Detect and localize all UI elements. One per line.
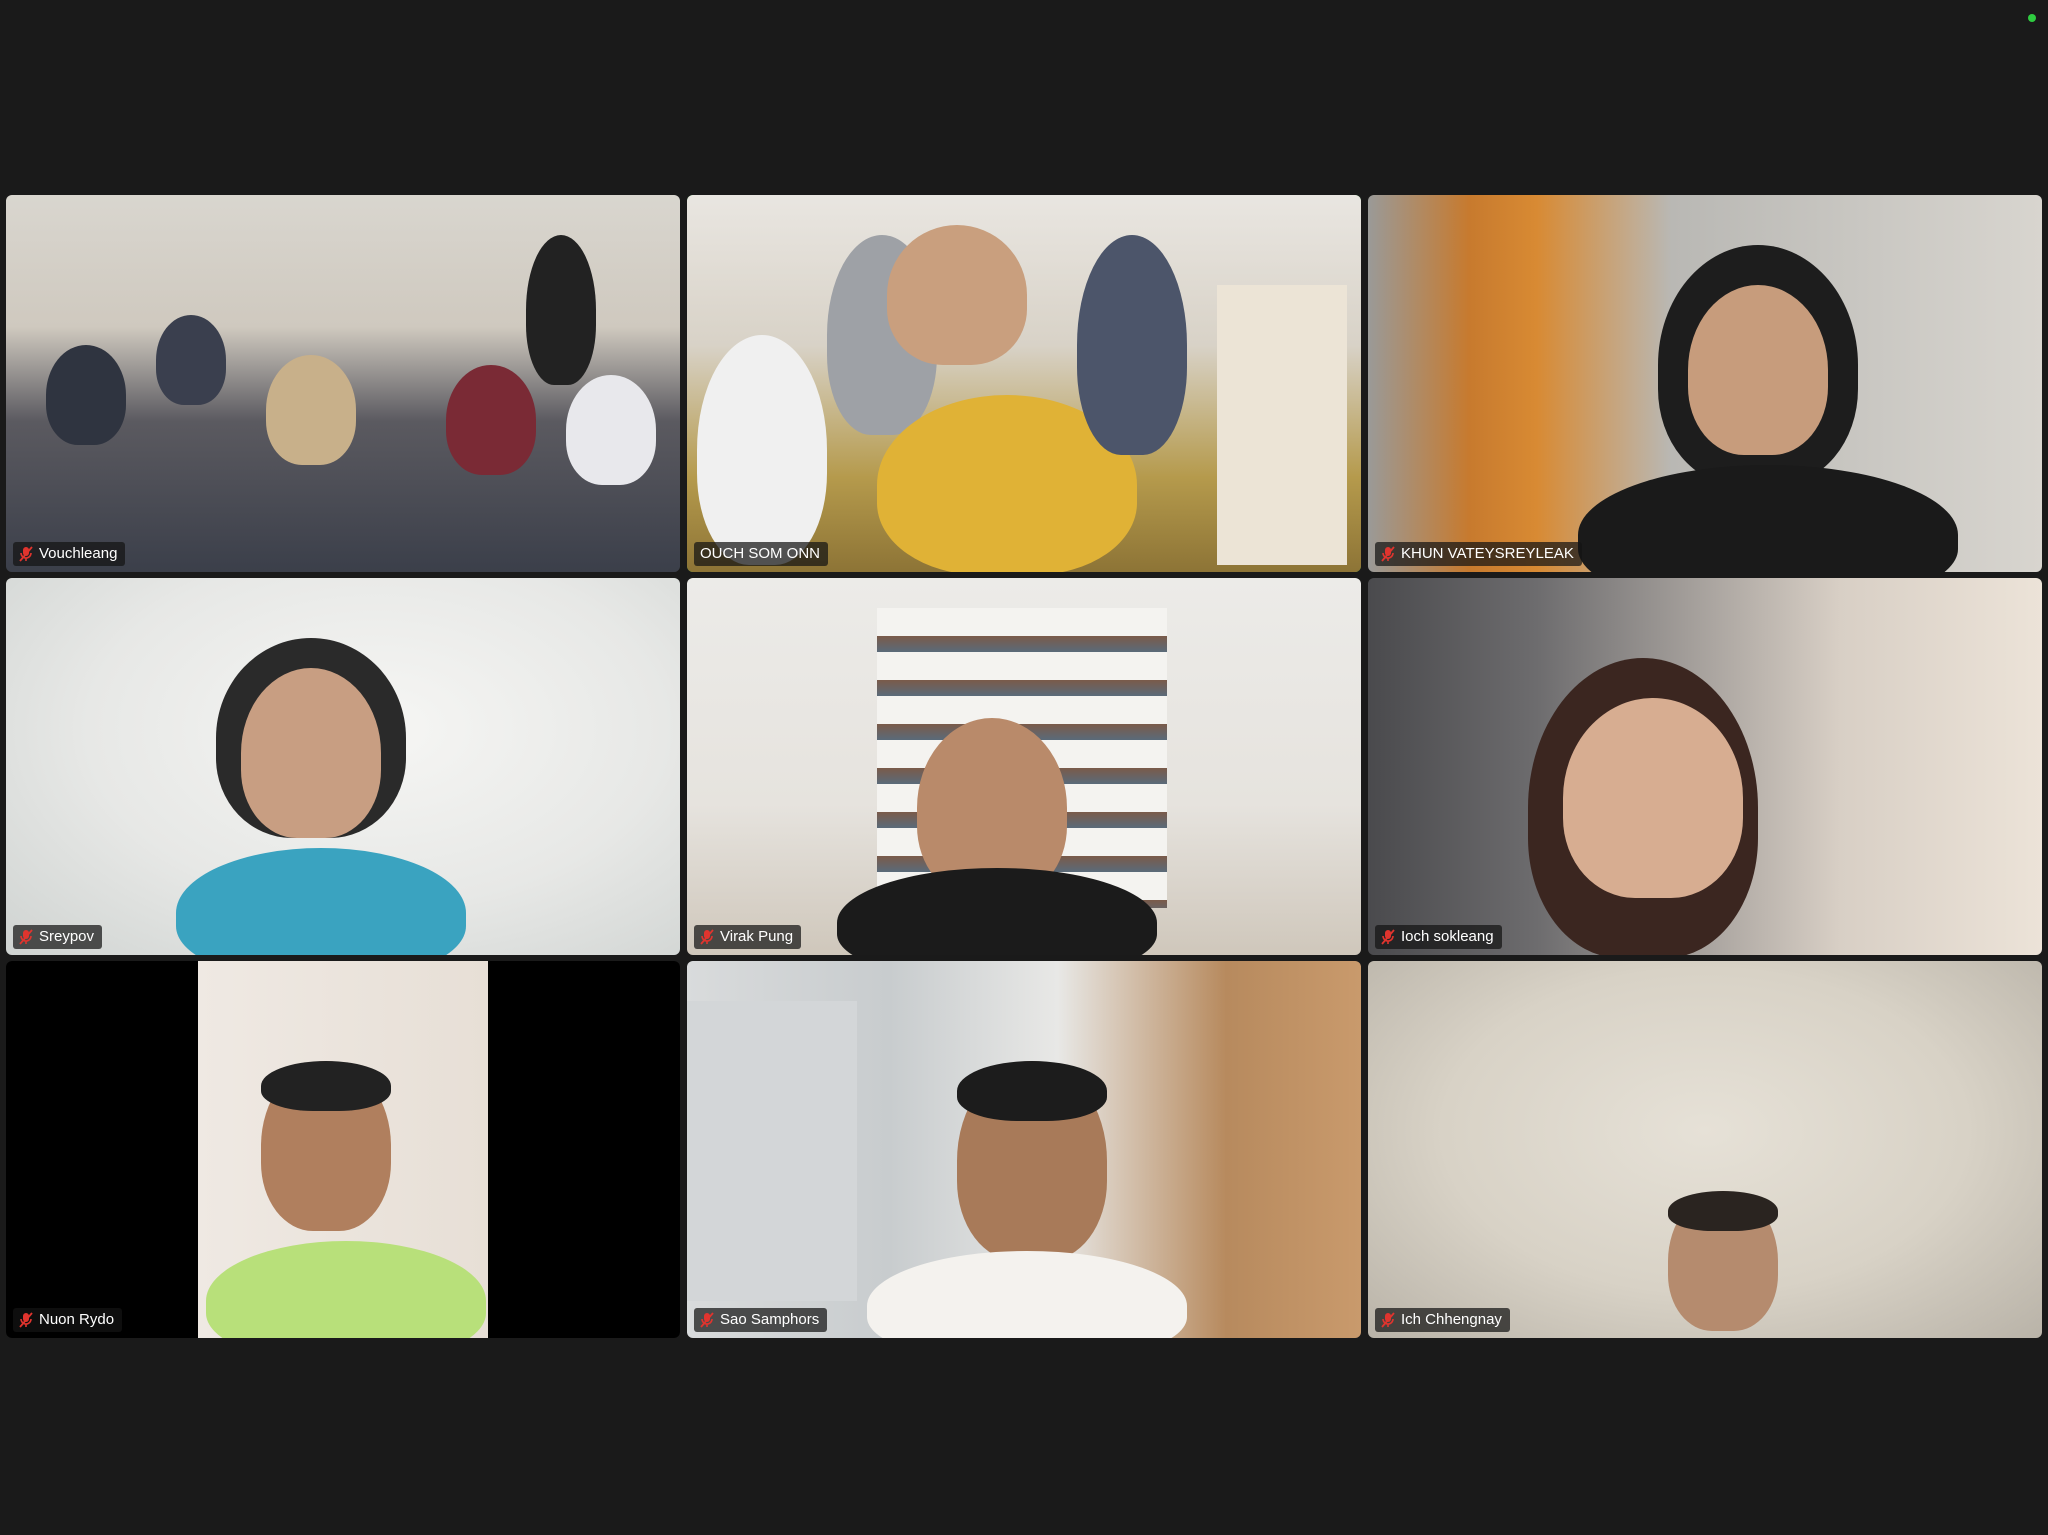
participant-name-tag: Vouchleang <box>13 542 126 566</box>
meeting-window: Vouchleang OUCH SOM ONN KHUN VATEYSREYLE… <box>0 0 2048 1535</box>
participant-name: Ich Chhengnay <box>1401 1311 1502 1328</box>
participant-video <box>6 961 680 1338</box>
microphone-muted-icon <box>1381 546 1395 562</box>
microphone-muted-icon <box>19 546 33 562</box>
participant-name-tag: KHUN VATEYSREYLEAK <box>1375 542 1582 566</box>
participant-name-tag: Virak Pung <box>694 925 802 949</box>
participant-tile-vouchleang[interactable]: Vouchleang <box>6 195 680 572</box>
microphone-muted-icon <box>1381 929 1395 945</box>
participant-video <box>1368 578 2042 955</box>
participant-tile-virak-pung[interactable]: Virak Pung <box>687 578 1361 955</box>
participant-name: Vouchleang <box>39 545 118 562</box>
microphone-muted-icon <box>19 1312 33 1328</box>
participant-name: Ioch sokleang <box>1401 928 1494 945</box>
participant-name-tag: Sreypov <box>13 925 103 949</box>
participant-video <box>687 578 1361 955</box>
participant-name-tag: Ioch sokleang <box>1375 925 1502 949</box>
participant-name: Sreypov <box>39 928 95 945</box>
participant-tile-sreypov[interactable]: Sreypov <box>6 578 680 955</box>
participant-video <box>687 961 1361 1338</box>
participant-tile-ioch-sokleang[interactable]: Ioch sokleang <box>1368 578 2042 955</box>
microphone-muted-icon <box>700 1312 714 1328</box>
participant-video <box>687 195 1361 572</box>
participant-tile-khun-vateysreyleak[interactable]: KHUN VATEYSREYLEAK <box>1368 195 2042 572</box>
participant-video <box>1368 961 2042 1338</box>
gallery-view: Vouchleang OUCH SOM ONN KHUN VATEYSREYLE… <box>6 195 2042 1338</box>
microphone-muted-icon <box>700 929 714 945</box>
participant-name-tag: OUCH SOM ONN <box>694 542 828 566</box>
participant-tile-sao-samphors[interactable]: Sao Samphors <box>687 961 1361 1338</box>
participant-tile-ouch-som-onn[interactable]: OUCH SOM ONN <box>687 195 1361 572</box>
participant-name: Virak Pung <box>720 928 794 945</box>
participant-video <box>1368 195 2042 572</box>
microphone-muted-icon <box>19 929 33 945</box>
participant-tile-ich-chhengnay[interactable]: Ich Chhengnay <box>1368 961 2042 1338</box>
participant-name: Sao Samphors <box>720 1311 820 1328</box>
participant-video <box>6 578 680 955</box>
participant-name-tag: Nuon Rydo <box>13 1308 123 1332</box>
participant-name: OUCH SOM ONN <box>700 545 820 562</box>
participant-name-tag: Ich Chhengnay <box>1375 1308 1510 1332</box>
connection-status-indicator <box>2028 14 2036 22</box>
participant-name: Nuon Rydo <box>39 1311 115 1328</box>
participant-video <box>6 195 680 572</box>
participant-tile-nuon-rydo[interactable]: Nuon Rydo <box>6 961 680 1338</box>
participant-name-tag: Sao Samphors <box>694 1308 828 1332</box>
participant-name: KHUN VATEYSREYLEAK <box>1401 545 1574 562</box>
microphone-muted-icon <box>1381 1312 1395 1328</box>
